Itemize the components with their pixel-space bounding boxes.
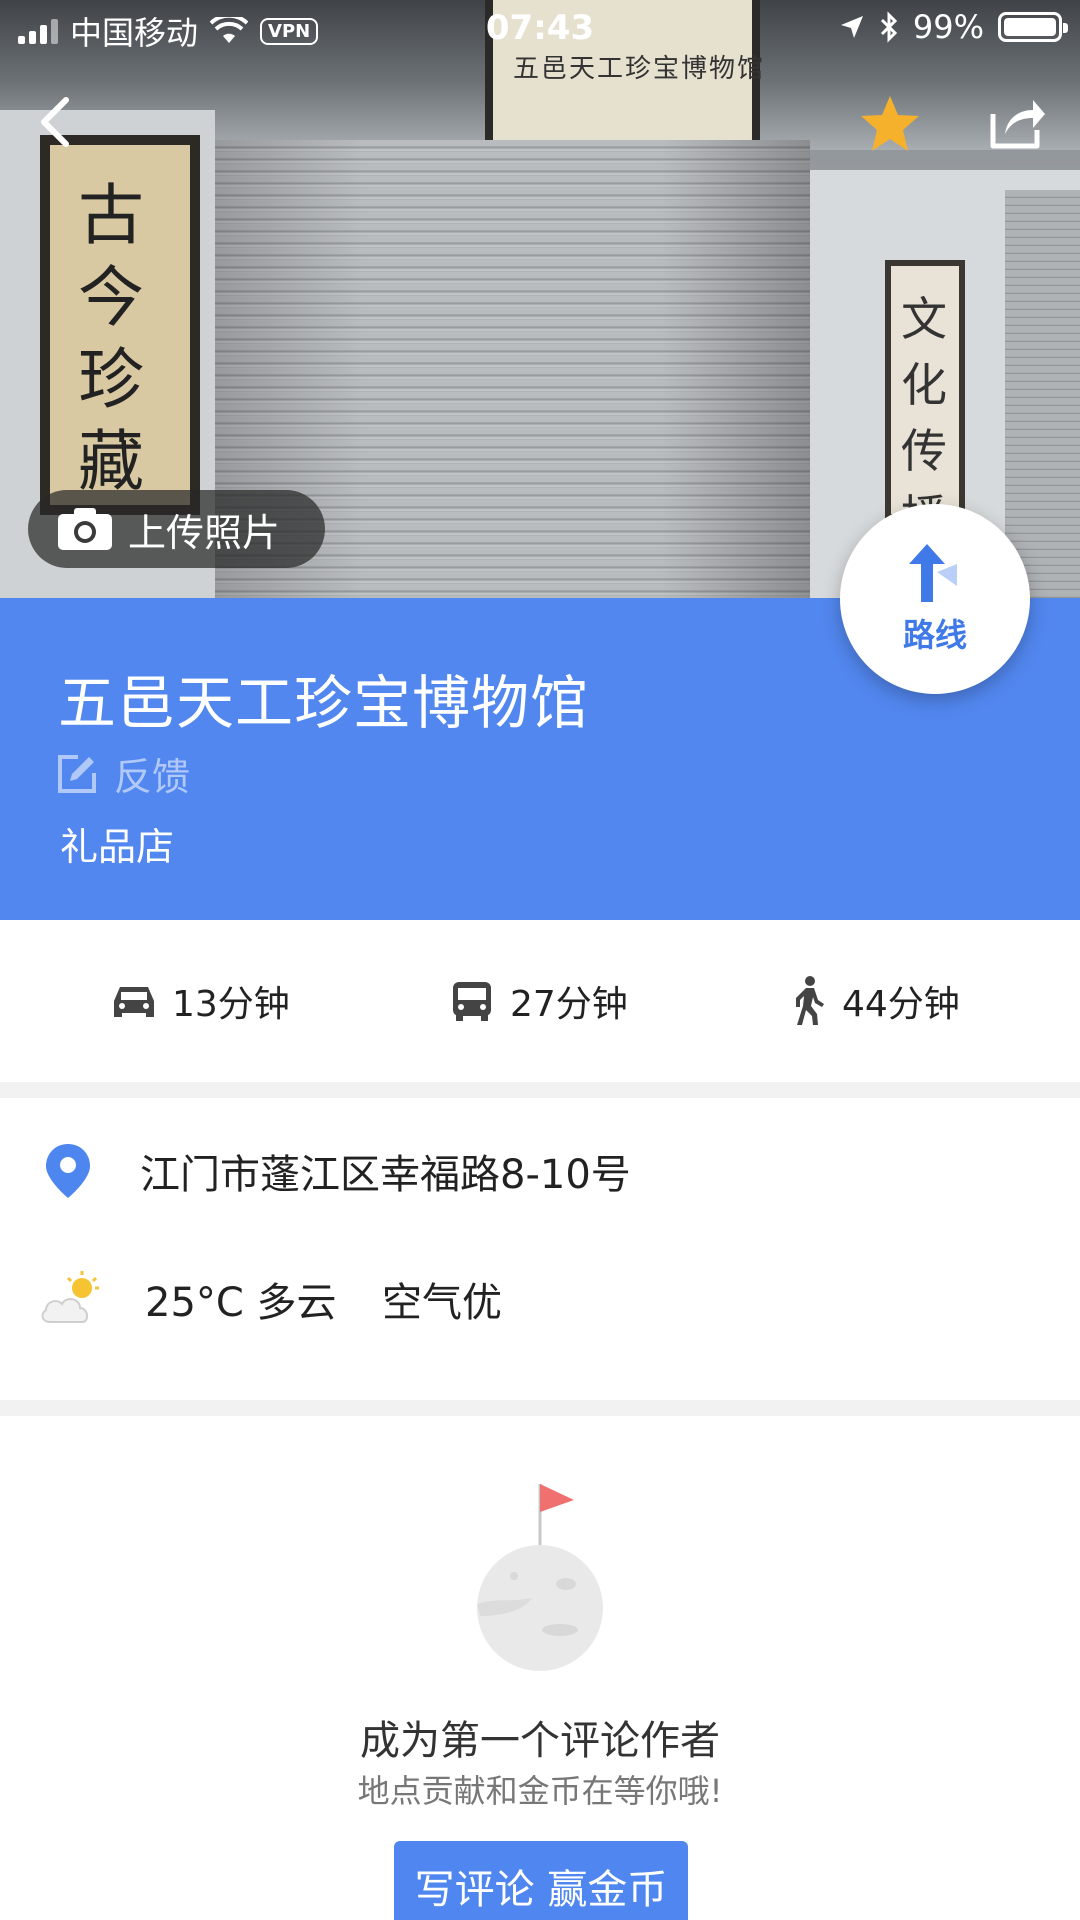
upload-photo-label: 上传照片: [128, 510, 281, 555]
empty-review-title: 成为第一个评论作者: [360, 1718, 720, 1764]
photo-shutter-right: [1005, 190, 1080, 598]
photo-scroll-right: 文化传播: [885, 260, 965, 544]
empty-review-section: 成为第一个评论作者 地点贡献和金币在等你哦! 写评论 赢金币: [0, 1416, 1080, 1920]
route-label: 路线: [902, 616, 967, 654]
location-arrow-icon: [840, 16, 863, 38]
section-divider: [0, 1082, 1080, 1098]
photo-scroll-left: 古今珍藏: [40, 135, 200, 515]
upload-photo-button[interactable]: 上传照片: [28, 490, 325, 568]
feedback-link[interactable]: 反馈: [56, 746, 190, 801]
section-divider: [0, 1400, 1080, 1416]
write-review-button[interactable]: 写评论 赢金币: [394, 1841, 688, 1920]
feedback-label: 反馈: [114, 755, 191, 799]
partly-cloudy-icon: [41, 1271, 99, 1323]
drive-time[interactable]: 13分钟: [112, 920, 290, 1082]
drive-time-label: 13分钟: [172, 984, 290, 1025]
share-icon[interactable]: [985, 90, 1049, 154]
bus-icon: [453, 982, 491, 1021]
address-text: 江门市蓬江区幸福路8-10号: [140, 1152, 631, 1198]
route-button[interactable]: 路线: [840, 504, 1030, 694]
favorite-star-icon[interactable]: [858, 92, 922, 156]
edit-icon: [58, 754, 96, 793]
bus-time[interactable]: 27分钟: [450, 920, 628, 1082]
battery-icon: [998, 12, 1068, 42]
location-pin-icon: [46, 1144, 90, 1198]
empty-review-subtitle: 地点贡献和金币在等你哦!: [357, 1772, 723, 1810]
route-arrow-icon: [909, 544, 957, 602]
walk-time[interactable]: 44分钟: [792, 920, 960, 1082]
car-icon: [114, 987, 154, 1017]
status-bar: 中国移动 VPN 07:43 99%: [0, 0, 1080, 58]
weather-row: 25°C 多云 空气优: [0, 1238, 1080, 1380]
bluetooth-icon: [880, 11, 897, 43]
walk-icon: [796, 976, 824, 1025]
poi-title: 五邑天工珍宝博物馆: [58, 669, 590, 737]
moon-flag-icon: [477, 1484, 603, 1671]
address-row[interactable]: 江门市蓬江区幸福路8-10号: [0, 1098, 1080, 1238]
travel-times: 13分钟 27分钟 44分钟: [0, 920, 1080, 1082]
photo-scroll-left-text: 古今珍藏: [78, 177, 144, 500]
poi-category: 礼品店: [60, 825, 175, 869]
weather-text: 25°C 多云: [145, 1280, 337, 1326]
walk-time-label: 44分钟: [842, 984, 960, 1025]
back-icon[interactable]: [30, 92, 90, 152]
camera-icon: [58, 508, 112, 550]
bus-time-label: 27分钟: [510, 984, 628, 1025]
battery-percent: 99%: [912, 8, 984, 46]
air-quality-text: 空气优: [382, 1280, 502, 1326]
